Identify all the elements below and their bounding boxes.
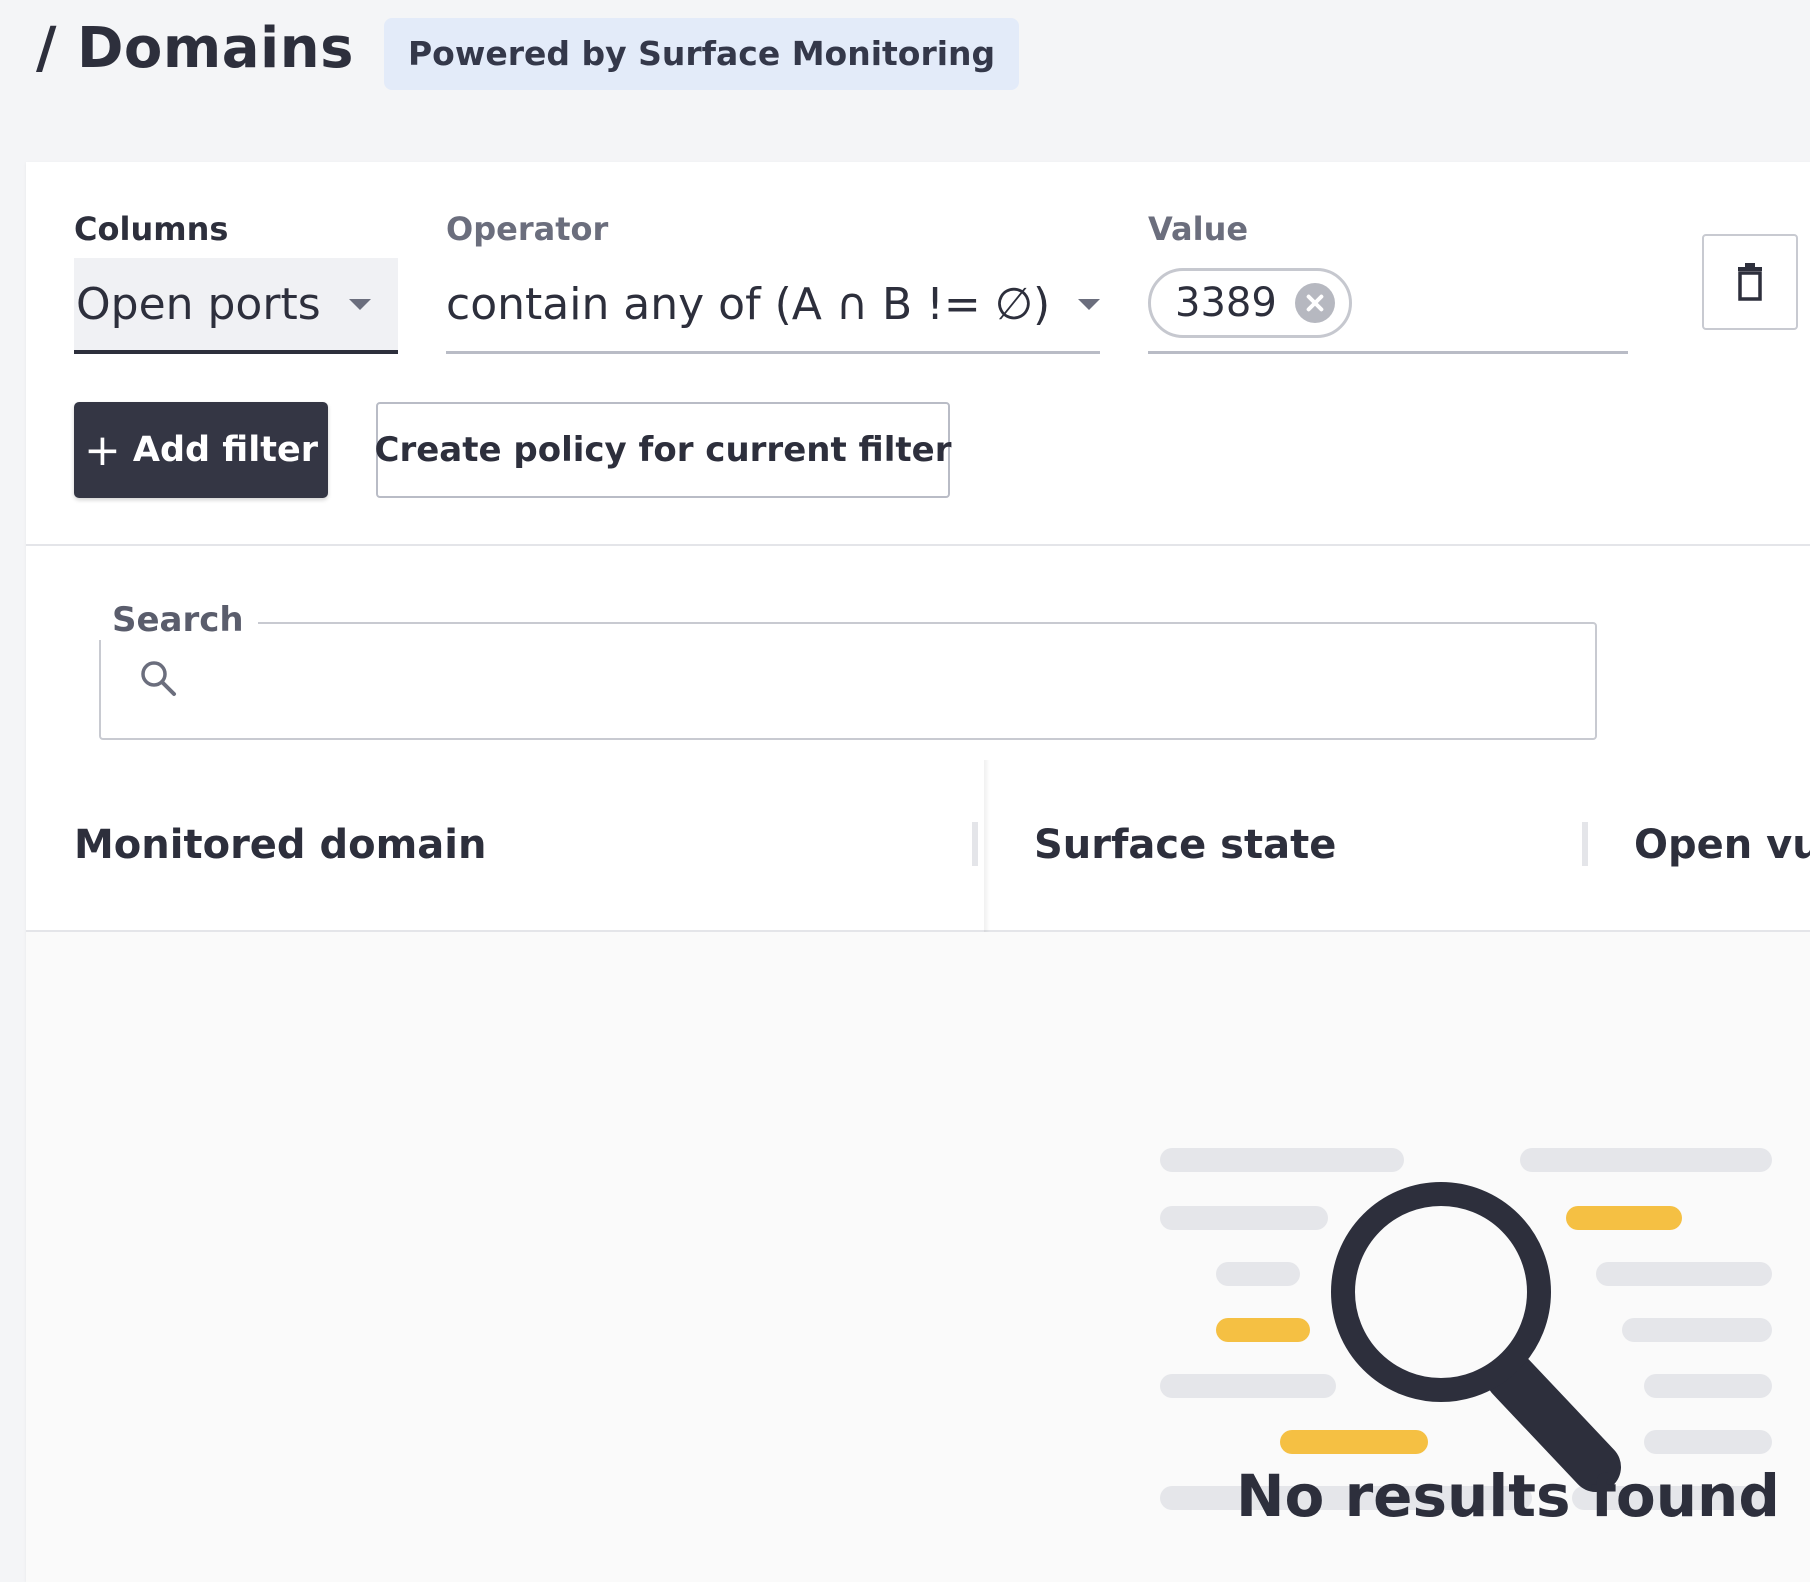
trash-icon [1738,263,1762,301]
magnifier-illustration-icon [1331,1182,1621,1492]
filter-panel: Columns Open ports Operator contain any … [26,162,1810,546]
columns-select[interactable]: Open ports [74,258,398,354]
plus-icon: + [84,424,121,476]
table-header: Monitored domain Surface state Open vul [26,760,1810,932]
value-chip: 3389 [1148,268,1352,338]
empty-state-message: No results found [1236,1462,1780,1530]
operator-label: Operator [446,210,609,248]
value-chip-label: 3389 [1175,280,1277,326]
empty-state: No results found [26,932,1810,1582]
placeholder-line [1160,1374,1336,1398]
value-label: Value [1148,210,1249,248]
chevron-down-icon [348,298,371,310]
add-filter-label: Add filter [132,430,318,470]
powered-by-badge: Powered by Surface Monitoring [384,18,1020,90]
placeholder-line [1622,1318,1772,1342]
search-icon [141,661,176,696]
placeholder-line [1520,1148,1772,1172]
domains-card: Columns Open ports Operator contain any … [26,162,1810,1582]
placeholder-line [1160,1148,1404,1172]
column-header-surface-state[interactable]: Surface state [1034,822,1336,868]
column-resize-handle[interactable] [972,822,978,866]
search-label: Search [98,600,258,640]
placeholder-line [1216,1262,1300,1286]
add-filter-button[interactable]: + Add filter [74,402,328,498]
delete-filter-button[interactable] [1702,234,1798,330]
placeholder-line [1644,1430,1772,1454]
search-input[interactable] [99,622,1597,740]
operator-select[interactable]: contain any of (A ∩ B != ∅) [446,258,1101,354]
page-header: / Domains Powered by Surface Monitoring [0,0,1810,160]
operator-select-value: contain any of (A ∩ B != ∅) [446,279,1051,330]
columns-label: Columns [74,210,229,248]
column-resize-handle[interactable] [1582,822,1588,866]
column-header-monitored-domain[interactable]: Monitored domain [74,822,486,868]
create-policy-button[interactable]: Create policy for current filter [375,402,952,498]
placeholder-line-highlight [1216,1318,1310,1342]
value-input[interactable]: 3389 [1148,258,1628,354]
placeholder-line [1644,1374,1772,1398]
page-title: / Domains [36,16,354,81]
column-header-open-vulnerabilities[interactable]: Open vul [1634,822,1810,868]
columns-select-value: Open ports [76,278,321,330]
placeholder-line [1160,1206,1328,1230]
chevron-down-icon [1078,299,1101,310]
chip-remove-icon[interactable] [1294,283,1335,323]
sticky-column-shadow [984,760,990,932]
